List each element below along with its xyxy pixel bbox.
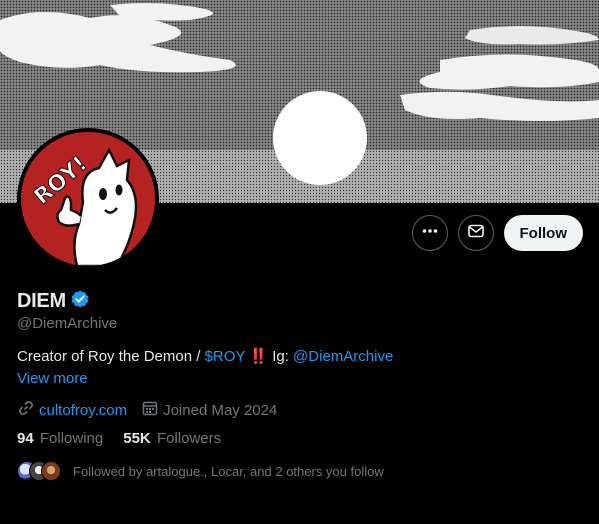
follower-avatars bbox=[17, 461, 61, 481]
profile-avatar[interactable]: ROY! bbox=[17, 128, 159, 270]
ig-mention-link[interactable]: @DiemArchive bbox=[293, 348, 393, 365]
follow-button[interactable]: Follow bbox=[503, 215, 583, 251]
double-exclamation-emoji: ‼️ bbox=[249, 348, 268, 365]
message-button[interactable] bbox=[457, 215, 494, 251]
followers-label: Followers bbox=[156, 430, 222, 447]
following-label: Following bbox=[39, 430, 104, 447]
more-button[interactable] bbox=[411, 215, 448, 251]
display-name: DIEM bbox=[17, 290, 66, 312]
joined-item: Joined May 2024 bbox=[141, 399, 277, 421]
bio-text: Creator of Roy the Demon / bbox=[17, 348, 205, 365]
link-icon bbox=[17, 399, 35, 421]
more-icon bbox=[421, 222, 439, 245]
website-link[interactable]: cultofroy.com bbox=[39, 402, 127, 419]
profile-meta: cultofroy.com Joined May 2024 bbox=[17, 399, 277, 421]
mail-icon bbox=[467, 222, 485, 245]
verified-badge-icon[interactable] bbox=[70, 289, 90, 314]
joined-date: Joined May 2024 bbox=[163, 401, 278, 419]
view-more-link[interactable]: View more bbox=[17, 370, 88, 387]
follow-counts: 94 Following 55K Followers bbox=[17, 430, 221, 447]
following-link[interactable]: 94 Following bbox=[17, 430, 103, 447]
calendar-icon bbox=[141, 399, 159, 421]
name-row: DIEM bbox=[17, 289, 90, 314]
roy-demon-avatar-image: ROY! bbox=[21, 132, 155, 266]
cashtag-link[interactable]: $ROY bbox=[205, 348, 246, 365]
profile-actions: Follow bbox=[411, 215, 583, 251]
followers-link[interactable]: 55K Followers bbox=[123, 430, 221, 447]
followers-count: 55K bbox=[123, 430, 151, 447]
following-count: 94 bbox=[17, 430, 34, 447]
bio-ig-label: Ig: bbox=[268, 348, 294, 365]
followed-by-text: Followed by artalogue., Locar, and 2 oth… bbox=[73, 463, 384, 479]
avatar bbox=[41, 461, 61, 481]
website-item: cultofroy.com bbox=[17, 399, 127, 421]
profile-handle: @DiemArchive bbox=[17, 315, 118, 332]
profile-bio: Creator of Roy the Demon / $ROY ‼️ Ig: @… bbox=[17, 347, 393, 365]
followed-by-row[interactable]: Followed by artalogue., Locar, and 2 oth… bbox=[17, 461, 384, 481]
